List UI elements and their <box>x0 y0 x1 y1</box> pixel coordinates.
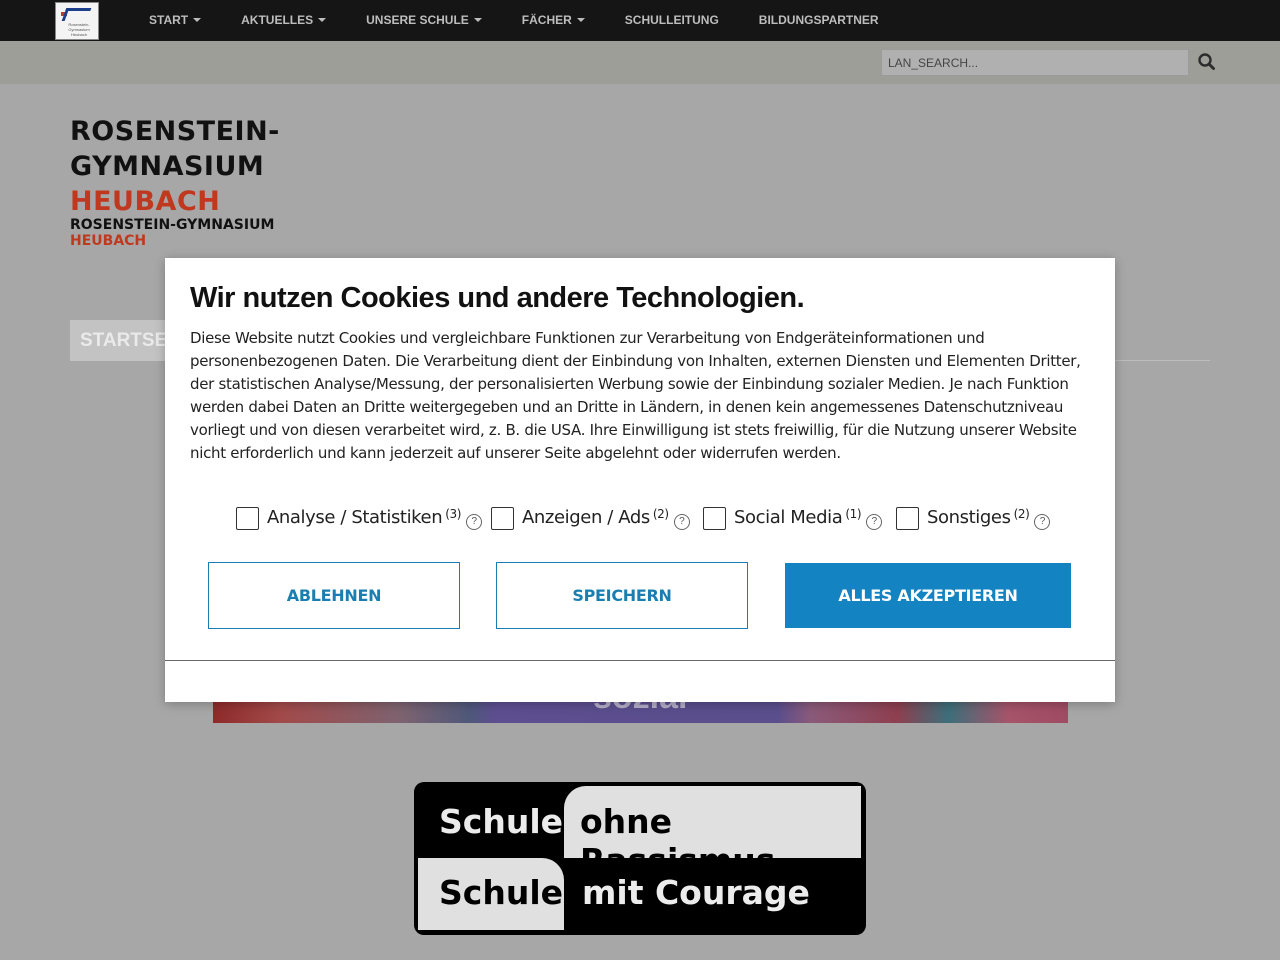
search-button[interactable] <box>1196 51 1218 73</box>
nav-item-start[interactable]: START <box>129 0 221 40</box>
search-input[interactable] <box>881 49 1189 76</box>
cookie-dialog-title: Wir nutzen Cookies und andere Technologi… <box>190 282 805 314</box>
badge-text: mit Courage <box>582 873 810 912</box>
site-title[interactable]: ROSENSTEIN- GYMNASIUM HEUBACH <box>70 114 280 219</box>
nav-item-label: UNSERE SCHULE <box>366 13 469 27</box>
badge-text: ohne Rassismus <box>580 802 776 880</box>
nav-item-schulleitung[interactable]: SCHULLEITUNG <box>605 0 739 40</box>
dialog-divider <box>165 660 1115 661</box>
badge-text: Schule <box>439 802 564 841</box>
checkbox[interactable] <box>236 507 259 530</box>
help-icon[interactable]: ? <box>466 514 483 530</box>
site-title-line: ROSENSTEIN- <box>70 116 280 147</box>
nav-item-bildungspartner[interactable]: BILDUNGSPARTNER <box>739 0 899 40</box>
site-subtitle-town: HEUBACH <box>70 233 147 249</box>
option-label: Social Media (1)? <box>734 507 883 530</box>
option-label: Analyse / Statistiken (3)? <box>267 507 483 530</box>
top-navbar: Rosenstein-Gymnasium Heubach START AKTUE… <box>0 0 1280 42</box>
main-menu: START AKTUELLES UNSERE SCHULE FÄCHER SCH… <box>129 0 899 40</box>
site-title-town: HEUBACH <box>70 186 221 217</box>
site-subtitle: ROSENSTEIN-GYMNASIUM HEUBACH <box>70 217 274 249</box>
nav-item-label: START <box>149 13 189 27</box>
search-bar-region <box>0 41 1280 84</box>
option-label: Sonstiges (2)? <box>927 507 1051 530</box>
cookie-consent-dialog: Wir nutzen Cookies und andere Technologi… <box>165 258 1115 702</box>
nav-item-aktuelles[interactable]: AKTUELLES <box>221 0 346 40</box>
checkbox[interactable] <box>491 507 514 530</box>
help-icon[interactable]: ? <box>1034 514 1051 530</box>
accept-all-button[interactable]: ALLES AKZEPTIEREN <box>785 563 1071 628</box>
option-label-text: Sonstiges <box>927 507 1011 528</box>
help-icon[interactable]: ? <box>673 514 690 530</box>
chevron-down-icon <box>473 18 482 22</box>
site-title-line: GYMNASIUM <box>70 151 265 182</box>
nav-item-label: SCHULLEITUNG <box>624 13 719 27</box>
option-label-text: Anzeigen / Ads <box>522 507 650 528</box>
logo-text: Rosenstein-Gymnasium Heubach <box>68 22 90 37</box>
checkbox[interactable] <box>896 507 919 530</box>
nav-item-faecher[interactable]: FÄCHER <box>502 0 605 40</box>
option-label: Anzeigen / Ads (2)? <box>522 507 690 530</box>
option-count: (3) <box>445 507 462 521</box>
option-count: (2) <box>1013 507 1030 521</box>
nav-item-label: FÄCHER <box>521 13 572 27</box>
chevron-down-icon <box>576 18 585 22</box>
decline-button[interactable]: ABLEHNEN <box>208 562 460 629</box>
option-label-text: Analyse / Statistiken <box>267 507 443 528</box>
logo-roof-mark <box>61 8 92 21</box>
nav-item-label: BILDUNGSPARTNER <box>758 13 879 27</box>
schule-ohne-rassismus-badge[interactable]: Schule ohne Rassismus Schule mit Courage <box>414 782 866 935</box>
checkbox[interactable] <box>703 507 726 530</box>
option-label-text: Social Media <box>734 507 843 528</box>
chevron-down-icon <box>318 18 327 22</box>
search-icon <box>1198 53 1215 70</box>
cookie-dialog-body: Diese Website nutzt Cookies und vergleic… <box>190 329 1081 462</box>
option-count: (2) <box>652 507 669 521</box>
site-subtitle-line: ROSENSTEIN-GYMNASIUM <box>70 217 275 233</box>
help-icon[interactable]: ? <box>866 514 883 530</box>
nav-item-unsere-schule[interactable]: UNSERE SCHULE <box>346 0 502 40</box>
badge-text: Schule <box>439 873 564 912</box>
chevron-down-icon <box>193 18 202 22</box>
option-count: (1) <box>845 507 862 521</box>
school-logo[interactable]: Rosenstein-Gymnasium Heubach <box>55 2 99 40</box>
nav-item-label: AKTUELLES <box>241 13 314 27</box>
save-button[interactable]: SPEICHERN <box>496 562 748 629</box>
